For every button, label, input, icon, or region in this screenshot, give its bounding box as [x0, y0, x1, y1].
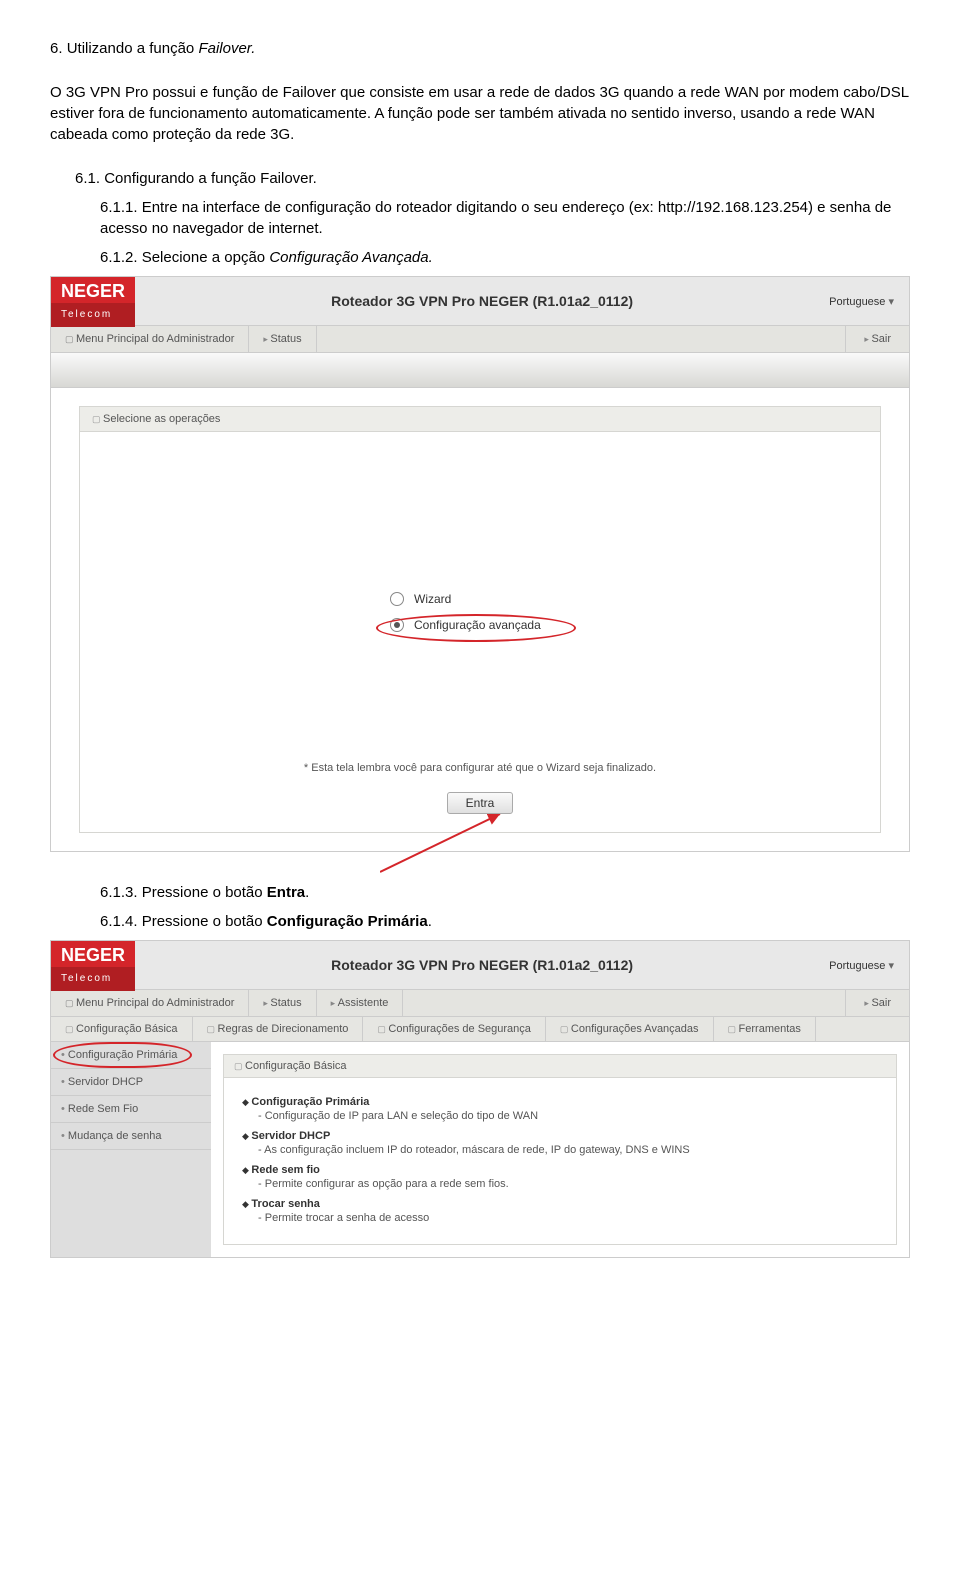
- tab-tools[interactable]: Ferramentas: [714, 1017, 816, 1041]
- router-header: NEGER Telecom Roteador 3G VPN Pro NEGER …: [51, 941, 909, 989]
- logo-top: NEGER: [61, 945, 125, 965]
- nav-main-menu[interactable]: Menu Principal do Administrador: [51, 990, 249, 1016]
- language-select[interactable]: Portuguese: [829, 295, 909, 308]
- language-select[interactable]: Portuguese: [829, 959, 909, 972]
- router-screenshot-1: NEGER Telecom Roteador 3G VPN Pro NEGER …: [50, 276, 910, 852]
- radio-wizard[interactable]: [390, 592, 404, 606]
- step-num: 6.1.1.: [100, 199, 138, 216]
- tab-routing-rules[interactable]: Regras de Direcionamento: [193, 1017, 364, 1041]
- logo-top: NEGER: [61, 281, 125, 301]
- entra-row: Entra: [80, 784, 880, 832]
- panel-note: * Esta tela lembra você para configurar …: [80, 672, 880, 784]
- section-num: 6.: [50, 40, 63, 57]
- entra-button[interactable]: Entra: [447, 792, 514, 814]
- nav-assistant[interactable]: Assistente: [317, 990, 404, 1016]
- step-bold: Entra: [267, 884, 305, 901]
- operations-panel: Selecione as operações Wizard Configuraç…: [79, 406, 881, 833]
- step-num: 6.1.4.: [100, 913, 138, 930]
- neger-logo: NEGER Telecom: [51, 941, 135, 989]
- panel-body: Selecione as operações Wizard Configuraç…: [51, 388, 909, 851]
- nav-exit[interactable]: Sair: [845, 990, 909, 1016]
- section-title-lead: Utilizando a função: [67, 40, 199, 57]
- section-heading: 6. Utilizando a função Failover.: [50, 40, 910, 57]
- radio-group: Wizard Configuração avançada: [80, 432, 880, 672]
- step-num: 6.1.3.: [100, 884, 138, 901]
- bullet-desc: Permite trocar a senha de acesso: [258, 1212, 878, 1224]
- bullet-password: Trocar senha: [242, 1198, 878, 1210]
- step-text-lead: Selecione a opção: [142, 249, 270, 266]
- sidebar-primary-config[interactable]: Configuração Primária: [51, 1042, 211, 1069]
- panel-header: Selecione as operações: [80, 407, 880, 432]
- main-column: Configuração Básica Configuração Primári…: [211, 1042, 909, 1257]
- subpanel-header: Configuração Básica: [223, 1054, 897, 1077]
- bullet-primary: Configuração Primária: [242, 1096, 878, 1108]
- tab-security[interactable]: Configurações de Segurança: [363, 1017, 546, 1041]
- step-bold: Configuração Primária: [267, 913, 428, 930]
- bullet-desc: Permite configurar as opção para a rede …: [258, 1178, 878, 1190]
- neger-logo: NEGER Telecom: [51, 277, 135, 325]
- step-num: 6.1.2.: [100, 249, 138, 266]
- bullet-title: Rede sem fio: [251, 1164, 319, 1176]
- bullet-title: Configuração Primária: [251, 1096, 369, 1108]
- step-613: 6.1.3. Pressione o botão Entra.: [50, 882, 910, 903]
- nav-status[interactable]: Status: [249, 990, 316, 1016]
- red-oval-highlight: [376, 614, 576, 642]
- step-614: 6.1.4. Pressione o botão Configuração Pr…: [50, 911, 910, 932]
- red-arrow-icon: [380, 814, 520, 874]
- radio-wizard-label: Wizard: [414, 592, 451, 606]
- subsection-title: Configurando a função Failover.: [104, 170, 317, 187]
- router-screenshot-2: NEGER Telecom Roteador 3G VPN Pro NEGER …: [50, 940, 910, 1258]
- step-text-lead: Pressione o botão: [142, 884, 267, 901]
- step-dot: .: [305, 884, 309, 901]
- sidebar-password[interactable]: Mudança de senha: [51, 1123, 211, 1150]
- router-header: NEGER Telecom Roteador 3G VPN Pro NEGER …: [51, 277, 909, 325]
- step-611: 6.1.1. Entre na interface de configuraçã…: [50, 197, 910, 239]
- bullet-wifi: Rede sem fio: [242, 1164, 878, 1176]
- logo-bottom: Telecom: [51, 303, 135, 327]
- nav-exit[interactable]: Sair: [845, 326, 909, 352]
- step-dot: .: [428, 913, 432, 930]
- bullet-desc: As configuração incluem IP do roteador, …: [258, 1144, 878, 1156]
- red-oval-highlight: [53, 1042, 192, 1068]
- nav-status[interactable]: Status: [249, 326, 316, 352]
- sidebar-wifi[interactable]: Rede Sem Fio: [51, 1096, 211, 1123]
- logo-bottom: Telecom: [51, 967, 135, 991]
- subpanel-body: Configuração Primária Configuração de IP…: [223, 1077, 897, 1245]
- step-text-em: Configuração Avançada.: [269, 249, 432, 266]
- router-title: Roteador 3G VPN Pro NEGER (R1.01a2_0112): [135, 957, 829, 973]
- radio-wizard-row[interactable]: Wizard: [390, 592, 570, 606]
- gradient-band: [51, 353, 909, 388]
- step-text-lead: Pressione o botão: [142, 913, 267, 930]
- step-612: 6.1.2. Selecione a opção Configuração Av…: [50, 247, 910, 268]
- nav-bar: Menu Principal do Administrador Status S…: [51, 325, 909, 353]
- section-title-em: Failover.: [198, 40, 255, 57]
- sidebar-dhcp[interactable]: Servidor DHCP: [51, 1069, 211, 1096]
- step-text: Entre na interface de configuração do ro…: [100, 199, 891, 237]
- intro-paragraph: O 3G VPN Pro possui e função de Failover…: [50, 82, 910, 145]
- tab-basic-config[interactable]: Configuração Básica: [51, 1017, 193, 1041]
- subsection-heading: 6.1. Configurando a função Failover.: [50, 170, 910, 187]
- bullet-desc: Configuração de IP para LAN e seleção do…: [258, 1110, 878, 1122]
- subsection-num: 6.1.: [75, 170, 100, 187]
- nav-main-menu[interactable]: Menu Principal do Administrador: [51, 326, 249, 352]
- router-title: Roteador 3G VPN Pro NEGER (R1.01a2_0112): [135, 293, 829, 309]
- content-columns: Configuração Primária Servidor DHCP Rede…: [51, 1042, 909, 1257]
- bullet-title: Servidor DHCP: [251, 1130, 330, 1142]
- radio-advanced-row[interactable]: Configuração avançada: [390, 618, 570, 632]
- nav-bar: Menu Principal do Administrador Status A…: [51, 989, 909, 1017]
- bullet-title: Trocar senha: [251, 1198, 319, 1210]
- bullet-dhcp: Servidor DHCP: [242, 1130, 878, 1142]
- sidebar: Configuração Primária Servidor DHCP Rede…: [51, 1042, 211, 1257]
- tab-advanced[interactable]: Configurações Avançadas: [546, 1017, 714, 1041]
- tabs-row: Configuração Básica Regras de Direcionam…: [51, 1017, 909, 1042]
